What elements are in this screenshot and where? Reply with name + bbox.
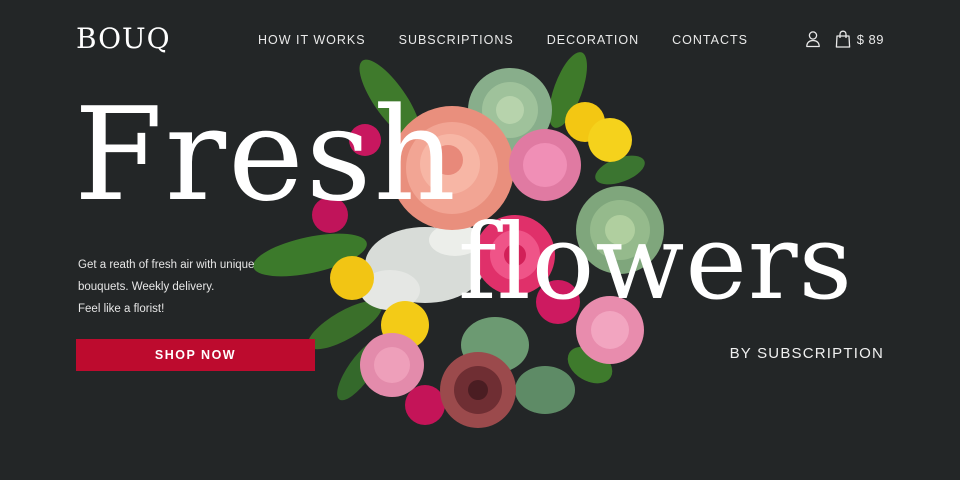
description-line: bouquets. Weekly delivery.: [78, 281, 215, 293]
logo[interactable]: BOUQ: [76, 22, 171, 55]
shopping-bag-icon: [835, 30, 851, 48]
user-icon[interactable]: [805, 30, 821, 48]
subscription-subtitle: BY SUBSCRIPTION: [729, 345, 884, 362]
headline-fresh: Fresh: [74, 81, 458, 230]
headline-flowers: flowers: [458, 201, 854, 323]
description-line: Feel like a florist!: [78, 303, 165, 315]
description-line: Get a reath of fresh air with unique: [78, 259, 255, 271]
cart-total: $ 89: [856, 31, 884, 47]
nav-item-contacts[interactable]: CONTACTS: [672, 33, 748, 47]
cart-button[interactable]: $ 89: [835, 30, 884, 48]
header-actions: $ 89: [805, 30, 884, 48]
shop-now-button[interactable]: SHOP NOW: [76, 339, 315, 371]
landing-page: BOUQ HOW IT WORKS SUBSCRIPTIONS DECORATI…: [0, 0, 960, 480]
hero-description: Get a reath of fresh air with unique bou…: [78, 254, 298, 320]
